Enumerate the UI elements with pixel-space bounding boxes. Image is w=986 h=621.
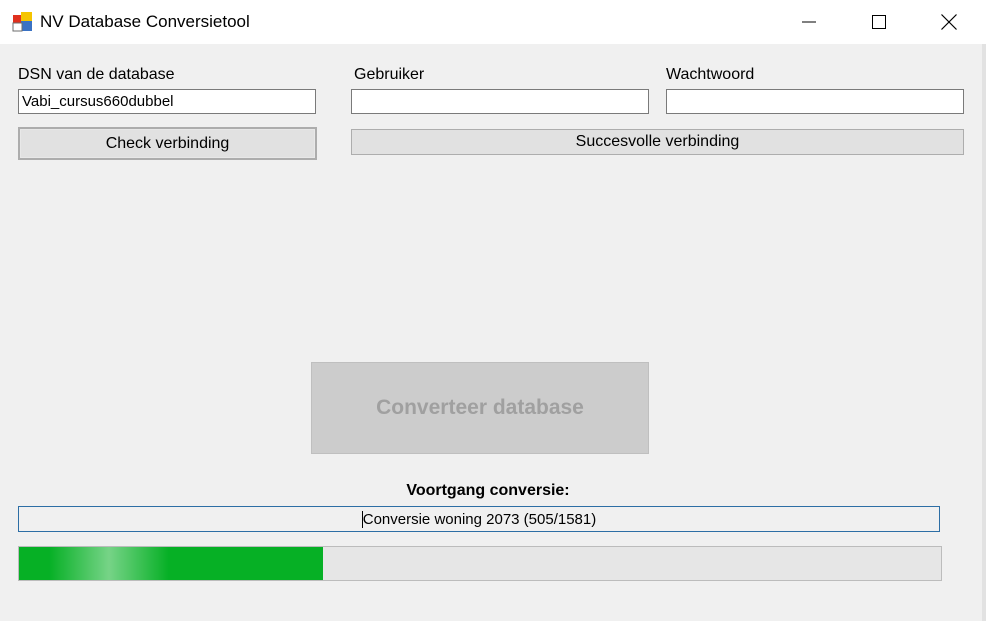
convert-database-button: Converteer database [311, 362, 649, 454]
minimize-button[interactable] [780, 0, 838, 44]
app-icon [12, 12, 32, 32]
connection-status-button[interactable]: Succesvolle verbinding [351, 129, 964, 155]
window-edge [982, 44, 986, 621]
user-label: Gebruiker [354, 66, 425, 83]
check-connection-button[interactable]: Check verbinding [18, 127, 317, 160]
conversion-status-field[interactable]: Conversie woning 2073 (505/1581) [18, 506, 940, 532]
progress-bar [18, 546, 942, 581]
user-input[interactable] [351, 89, 649, 114]
dsn-label: DSN van de database [18, 66, 175, 83]
conversion-status-text: Conversie woning 2073 (505/1581) [362, 510, 597, 528]
maximize-icon [872, 15, 886, 29]
password-input[interactable] [666, 89, 964, 114]
minimize-icon [802, 21, 816, 23]
password-label: Wachtwoord [666, 66, 755, 83]
close-button[interactable] [920, 0, 978, 44]
progress-label: Voortgang conversie: [406, 482, 570, 499]
close-icon [941, 14, 957, 30]
dsn-input[interactable] [18, 89, 316, 114]
maximize-button[interactable] [850, 0, 908, 44]
window-title: NV Database Conversietool [40, 12, 250, 31]
progress-fill [19, 547, 324, 580]
progress-shine [49, 547, 169, 580]
title-bar[interactable]: NV Database Conversietool [0, 0, 986, 44]
